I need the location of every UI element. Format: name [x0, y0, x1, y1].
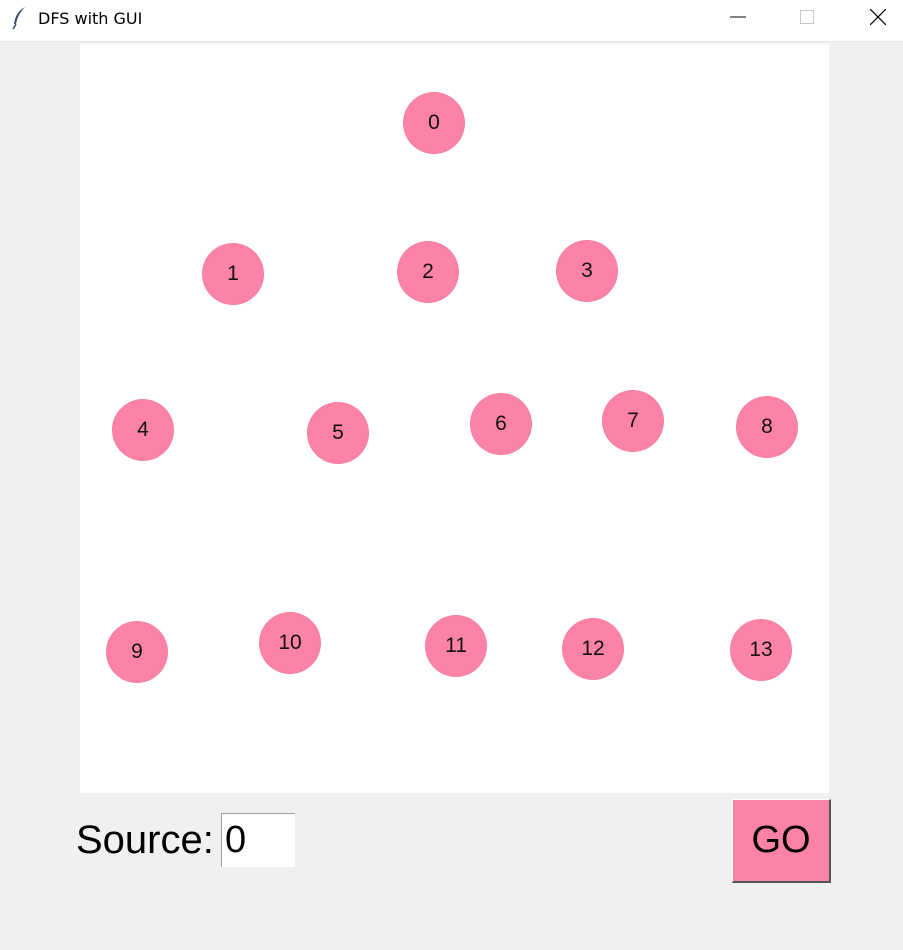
graph-canvas[interactable]: 0 1 2 3 4 5 6 7 8 9 10 11 12 13: [80, 44, 829, 793]
window-title: DFS with GUI: [38, 9, 143, 28]
close-icon: [870, 9, 886, 25]
go-button[interactable]: GO: [732, 799, 831, 883]
graph-node[interactable]: 11: [426, 616, 486, 676]
source-label: Source:: [76, 818, 214, 862]
graph-node[interactable]: 4: [113, 400, 173, 460]
graph-node[interactable]: 10: [260, 613, 320, 673]
source-input[interactable]: [221, 813, 295, 867]
close-button[interactable]: [855, 0, 901, 36]
graph-node[interactable]: 1: [203, 244, 263, 304]
graph-node[interactable]: 12: [563, 619, 623, 679]
graph-node[interactable]: 13: [731, 620, 791, 680]
maximize-button[interactable]: [784, 0, 830, 36]
title-bar: DFS with GUI: [0, 0, 903, 42]
graph-node[interactable]: 6: [471, 394, 531, 454]
graph-node[interactable]: 0: [404, 93, 464, 153]
maximize-icon: [800, 10, 814, 24]
graph-node[interactable]: 5: [308, 403, 368, 463]
graph-node[interactable]: 3: [557, 241, 617, 301]
feather-icon: [12, 7, 25, 30]
minimize-icon: [730, 16, 746, 18]
graph-node[interactable]: 8: [737, 397, 797, 457]
minimize-button[interactable]: [715, 0, 761, 36]
graph-node[interactable]: 9: [107, 622, 167, 682]
graph-node[interactable]: 7: [603, 391, 663, 451]
graph-node[interactable]: 2: [398, 242, 458, 302]
